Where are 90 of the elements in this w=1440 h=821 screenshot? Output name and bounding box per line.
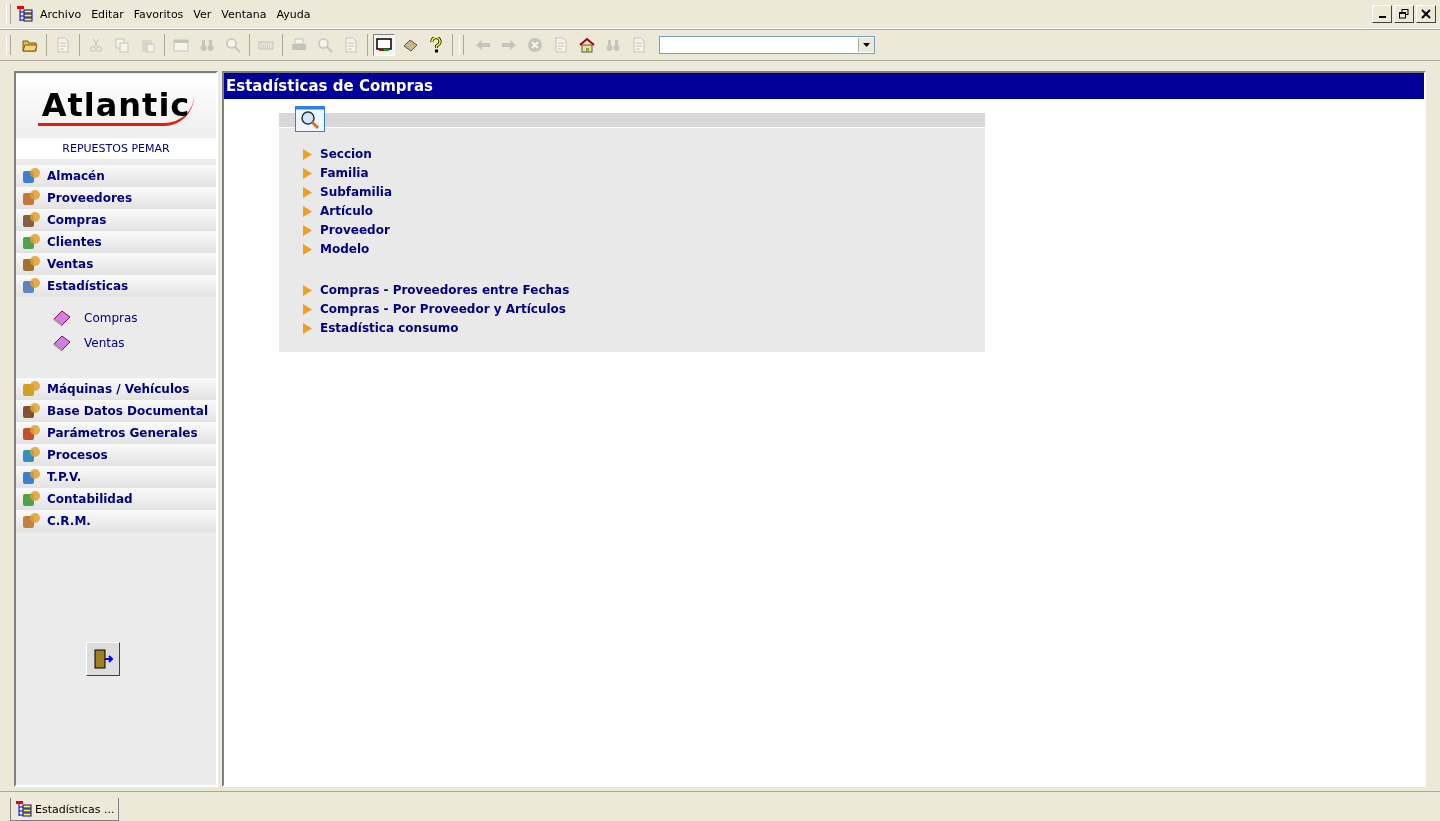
binoculars-icon [199,37,215,53]
arrow-bullet-icon [303,243,312,255]
dropdown-arrow-icon [863,43,870,47]
menu-item[interactable]: Ayuda [272,5,315,23]
module-item[interactable]: Base Datos Documental [16,400,216,422]
page-icon [553,37,569,53]
module-item[interactable]: Contabilidad [16,488,216,510]
page-icon [343,37,359,53]
module-icon [21,445,41,465]
search-icon [295,106,325,132]
module-icon [21,379,41,399]
tab-tree-icon [15,800,33,818]
magnifier-icon [317,37,333,53]
module-icon [21,401,41,421]
module-icon [21,467,41,487]
module-icon [21,210,41,230]
module-item[interactable]: Estadísticas [16,275,216,297]
module-item[interactable]: Clientes [16,231,216,253]
module-icon [21,232,41,252]
submenu-item[interactable]: Ventas [52,334,216,352]
report-link[interactable]: Estadística consumo [303,320,985,336]
forward-arrow-icon [501,37,517,53]
arrow-bullet-icon [303,186,312,198]
report-link[interactable]: Compras - Proveedores entre Fechas [303,282,985,298]
home-icon [579,37,595,53]
back-arrow-icon [475,37,491,53]
page-title: Estadísticas de Compras [224,73,1424,99]
module-icon [21,188,41,208]
arrow-bullet-icon [303,148,312,160]
report-link[interactable]: Artículo [303,203,985,219]
arrow-bullet-icon [303,284,312,296]
module-item[interactable]: Ventas [16,253,216,275]
module-item[interactable]: Procesos [16,444,216,466]
module-icon [21,489,41,509]
menu-item[interactable]: Ver [189,5,216,23]
module-icon [21,254,41,274]
report-link[interactable]: Modelo [303,241,985,257]
page-icon [55,37,71,53]
arrow-bullet-icon [303,303,312,315]
minimize-button[interactable] [1372,5,1392,23]
report-link[interactable]: Seccion [303,146,985,162]
restore-icon [1399,9,1409,19]
module-item[interactable]: T.P.V. [16,466,216,488]
module-item[interactable]: Máquinas / Vehículos [16,378,216,400]
logo: Atlantic [37,86,195,126]
module-icon [21,511,41,531]
menu-item[interactable]: Editar [87,5,128,23]
window-tab[interactable]: Estadísticas ... [10,798,120,821]
binoculars-icon [605,37,621,53]
paste-icon [140,37,156,53]
arrow-bullet-icon [303,224,312,236]
module-icon [21,423,41,443]
arrow-bullet-icon [303,322,312,334]
report-link[interactable]: Subfamilia [303,184,985,200]
report-link[interactable]: Compras - Por Proveedor y Artículos [303,301,985,317]
page-icon [631,37,647,53]
module-icon [21,166,41,186]
copy-icon [114,37,130,53]
scissors-icon [88,37,104,53]
module-icon [21,276,41,296]
app-tree-icon [16,5,34,23]
monitor-icon [376,37,392,53]
window-icon [173,37,189,53]
menu-item[interactable]: Ventana [217,5,271,23]
module-item[interactable]: Parámetros Generales [16,422,216,444]
restore-button[interactable] [1394,5,1414,23]
module-item[interactable]: Compras [16,209,216,231]
module-item[interactable]: Proveedores [16,187,216,209]
help-icon [428,37,444,53]
arrow-bullet-icon [303,205,312,217]
toolbar-button[interactable] [373,34,395,56]
company-name: REPUESTOS PEMAR [16,138,216,159]
menu-item[interactable]: Archivo [36,5,86,23]
printer-icon [291,37,307,53]
menu-item[interactable]: Favoritos [129,5,188,23]
address-field[interactable] [659,36,875,54]
arrow-bullet-icon [303,167,312,179]
magnifier-icon [225,37,241,53]
exit-button[interactable] [86,642,120,676]
report-link[interactable]: Familia [303,165,985,181]
stop-icon [527,37,543,53]
close-button[interactable] [1416,5,1436,23]
module-item[interactable]: C.R.M. [16,510,216,532]
report-link[interactable]: Proveedor [303,222,985,238]
module-item[interactable]: Almacén [16,165,216,187]
submenu-item[interactable]: Compras [52,309,216,327]
exit-door-icon [92,648,114,670]
folder-icon [22,37,38,53]
minimize-icon [1378,16,1386,18]
close-icon [1421,9,1431,19]
